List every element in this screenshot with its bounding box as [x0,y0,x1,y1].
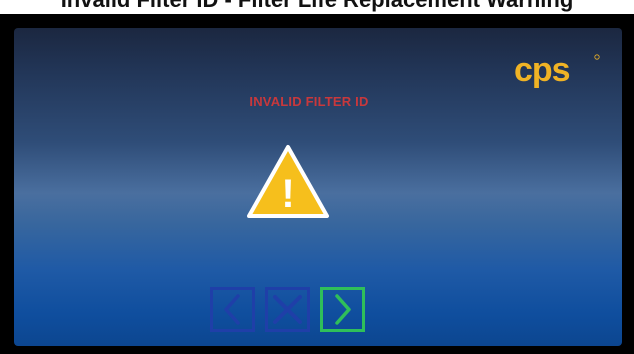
chevron-left-icon [210,287,255,332]
back-button[interactable] [210,287,255,332]
x-icon [265,287,310,332]
next-button[interactable] [320,287,365,332]
device-screen: cps INVALID FILTER ID ! [14,28,622,346]
warning-exclamation: ! [281,172,294,216]
error-message: INVALID FILTER ID [249,94,369,109]
cps-logo-text: cps [514,51,570,89]
window-caption: Invalid Filter ID - Filter Life Replacem… [0,0,634,14]
warning-triangle-icon: ! [247,145,329,218]
chevron-right-icon [320,287,365,332]
cancel-button[interactable] [265,287,310,332]
registered-mark-icon [594,54,600,60]
cps-logo: cps [514,51,600,89]
